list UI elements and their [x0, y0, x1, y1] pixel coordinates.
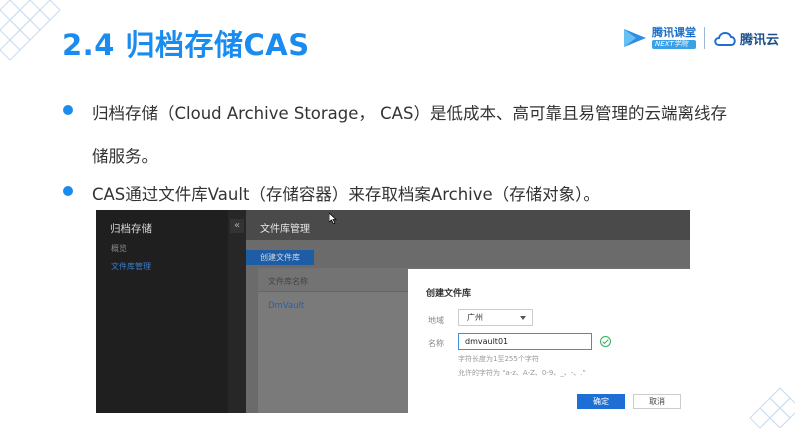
name-label: 名称 [428, 339, 444, 348]
sidebar-item-vault-management[interactable]: 文件库管理 [111, 261, 151, 272]
create-vault-dialog: 创建文件库 地域 广州 名称 dmvault01 字符长度为1至255个字符 允… [408, 269, 690, 413]
ketang-play-icon [624, 29, 646, 47]
logo-bar: 腾讯课堂 NEXT学院 腾讯云 [622, 20, 779, 56]
mouse-cursor-icon [329, 213, 337, 224]
decorative-diamond-pattern [0, 0, 61, 61]
logo-divider [704, 27, 705, 49]
bullet-dot [63, 105, 73, 115]
console-header: 文件库管理 [246, 210, 690, 240]
bullet-dot [63, 186, 73, 196]
tencent-cloud-icon [714, 32, 736, 46]
bullet-text-1: 归档存储（Cloud Archive Storage， CAS）是低成本、高可靠… [92, 104, 727, 123]
valid-check-icon [600, 336, 611, 347]
confirm-button[interactable]: 确定 [577, 394, 625, 409]
name-length-hint: 字符长度为1至255个字符 [458, 355, 539, 363]
chevron-down-icon [520, 316, 526, 320]
region-select-value: 广州 [467, 313, 483, 322]
region-select[interactable]: 广州 [458, 309, 533, 326]
page-title: 文件库管理 [260, 224, 310, 235]
bullet-text-2: CAS通过文件库Vault（存储容器）来存取档案Archive（存储对象）。 [92, 185, 600, 204]
tencent-cloud-logo-text: 腾讯云 [740, 32, 780, 48]
ketang-logo-text: 腾讯课堂 [652, 26, 696, 39]
ketang-logo-subtext: NEXT学院 [652, 40, 696, 49]
slide-title: 2.4 归档存储CAS [62, 28, 310, 62]
allowed-chars-hint: 允许的字符为 "a-z、A-Z、0-9、_、-、." [458, 369, 586, 377]
vault-name-input[interactable]: dmvault01 [458, 333, 592, 350]
cancel-button[interactable]: 取消 [633, 394, 681, 409]
table-row-vault-link[interactable]: DmVault [268, 301, 304, 311]
region-label: 地域 [428, 316, 444, 325]
console-sidebar: 归档存储 概览 文件库管理 [96, 210, 228, 413]
sidebar-item-overview[interactable]: 概览 [111, 243, 127, 254]
dialog-title: 创建文件库 [426, 289, 472, 299]
bullet-text-1-cont: 储服务。 [92, 147, 158, 166]
sidebar-title: 归档存储 [110, 223, 152, 235]
decorative-diamond-pattern [749, 387, 795, 428]
create-vault-button[interactable]: 创建文件库 [246, 250, 314, 265]
column-header-vault-name: 文件库名称 [268, 277, 308, 286]
sidebar-collapse-icon[interactable]: « [230, 219, 244, 233]
console-screenshot: 归档存储 概览 文件库管理 « 文件库管理 创建文件库 文件库名称 DmVaul… [96, 210, 690, 413]
